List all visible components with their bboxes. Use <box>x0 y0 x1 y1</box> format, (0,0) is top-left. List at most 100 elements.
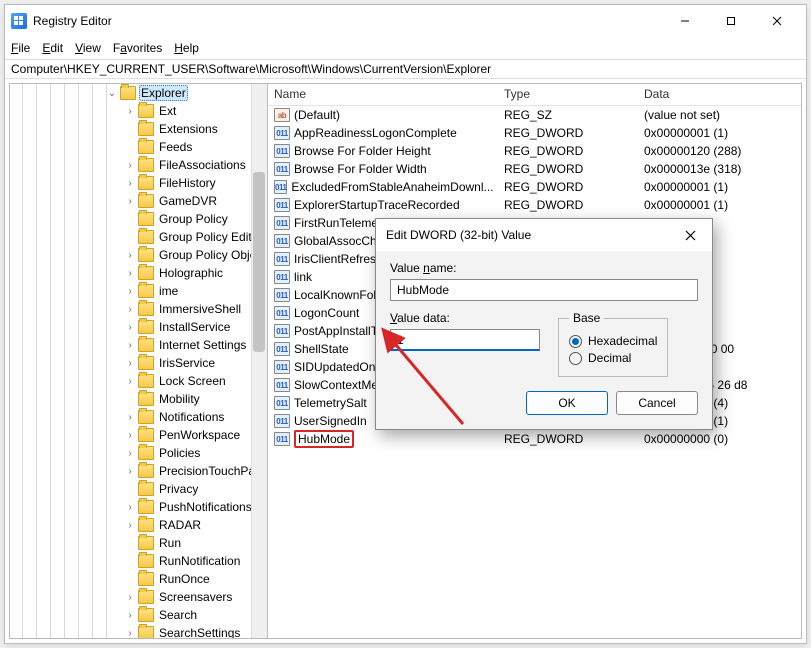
value-type: REG_DWORD <box>498 162 638 176</box>
tree-item-group-policy-objec[interactable]: ›Group Policy Objec <box>10 246 267 264</box>
tree-item-label: Group Policy <box>157 212 230 226</box>
edit-dword-dialog: Edit DWORD (32-bit) Value Value name: Va… <box>375 218 713 430</box>
column-type[interactable]: Type <box>498 84 638 105</box>
value-row[interactable]: 011ExcludedFromStableAnaheimDownl...REG_… <box>268 178 801 196</box>
tree-item-run[interactable]: Run <box>10 534 267 552</box>
value-name: (Default) <box>294 108 340 122</box>
chevron-right-icon[interactable]: › <box>124 610 136 621</box>
folder-icon <box>138 428 154 442</box>
folder-icon <box>138 104 154 118</box>
tree-item-runnotification[interactable]: RunNotification <box>10 552 267 570</box>
tree-item-ext[interactable]: ›Ext <box>10 102 267 120</box>
dialog-titlebar[interactable]: Edit DWORD (32-bit) Value <box>376 219 712 251</box>
menu-file[interactable]: File <box>11 41 30 55</box>
folder-icon <box>138 230 154 244</box>
chevron-down-icon[interactable]: ⌄ <box>106 88 118 99</box>
tree-item-precisiontouchpad[interactable]: ›PrecisionTouchPad <box>10 462 267 480</box>
value-name-input[interactable] <box>390 279 698 301</box>
value-type: REG_SZ <box>498 108 638 122</box>
value-data-input[interactable] <box>390 329 540 351</box>
value-name: ShellState <box>294 342 349 356</box>
radio-hexadecimal[interactable]: Hexadecimal <box>569 334 657 348</box>
chevron-right-icon[interactable]: › <box>124 628 136 639</box>
tree-item-label: Holographic <box>157 266 225 280</box>
value-row[interactable]: 011AppReadinessLogonCompleteREG_DWORD0x0… <box>268 124 801 142</box>
tree-item-holographic[interactable]: › Holographic <box>10 264 267 282</box>
tree-item-feeds[interactable]: Feeds <box>10 138 267 156</box>
value-row[interactable]: ab(Default)REG_SZ(value not set) <box>268 106 801 124</box>
chevron-right-icon[interactable]: › <box>124 250 136 261</box>
chevron-right-icon[interactable]: › <box>124 268 136 279</box>
tree-item-extensions[interactable]: Extensions <box>10 120 267 138</box>
reg-dword-icon: 011 <box>274 126 290 140</box>
value-data: 0x00000000 (0) <box>638 432 801 446</box>
tree-item-installservice[interactable]: ›InstallService <box>10 318 267 336</box>
value-row[interactable]: 011ExplorerStartupTraceRecordedREG_DWORD… <box>268 196 801 214</box>
tree-item-label: Mobility <box>157 392 202 406</box>
tree-item-ime[interactable]: ›ime <box>10 282 267 300</box>
tree-item-irisservice[interactable]: ›IrisService <box>10 354 267 372</box>
tree-item-notifications[interactable]: ›Notifications <box>10 408 267 426</box>
tree-item-immersiveshell[interactable]: ›ImmersiveShell <box>10 300 267 318</box>
cancel-button[interactable]: Cancel <box>616 391 698 415</box>
radio-decimal[interactable]: Decimal <box>569 351 657 365</box>
tree-item-internet-settings[interactable]: ›Internet Settings <box>10 336 267 354</box>
folder-icon <box>138 500 154 514</box>
value-name: SIDUpdatedOnL <box>294 360 382 374</box>
menu-favorites[interactable]: Favorites <box>113 41 162 55</box>
tree-item-mobility[interactable]: Mobility <box>10 390 267 408</box>
tree-item-explorer[interactable]: ⌄Explorer <box>10 84 267 102</box>
maximize-button[interactable] <box>708 5 754 37</box>
tree-item-group-policy-editor[interactable]: Group Policy Editor <box>10 228 267 246</box>
tree-item-searchsettings[interactable]: ›SearchSettings <box>10 624 267 638</box>
tree-item-policies[interactable]: ›Policies <box>10 444 267 462</box>
chevron-right-icon[interactable]: › <box>124 448 136 459</box>
menu-help[interactable]: Help <box>174 41 199 55</box>
chevron-right-icon[interactable]: › <box>124 376 136 387</box>
tree-item-group-policy[interactable]: Group Policy <box>10 210 267 228</box>
tree-item-filehistory[interactable]: ›FileHistory <box>10 174 267 192</box>
chevron-right-icon[interactable]: › <box>124 430 136 441</box>
tree-item-gamedvr[interactable]: ›GameDVR <box>10 192 267 210</box>
tree-pane[interactable]: ⌄Explorer›ExtExtensionsFeeds›FileAssocia… <box>10 84 268 638</box>
minimize-button[interactable] <box>662 5 708 37</box>
chevron-right-icon[interactable]: › <box>124 340 136 351</box>
chevron-right-icon[interactable]: › <box>124 466 136 477</box>
tree-item-runonce[interactable]: RunOnce <box>10 570 267 588</box>
chevron-right-icon[interactable]: › <box>124 160 136 171</box>
chevron-right-icon[interactable]: › <box>124 286 136 297</box>
chevron-right-icon[interactable]: › <box>124 502 136 513</box>
menu-view[interactable]: View <box>75 41 101 55</box>
column-data[interactable]: Data <box>638 84 801 105</box>
value-name: Browse For Folder Width <box>294 162 427 176</box>
chevron-right-icon[interactable]: › <box>124 592 136 603</box>
chevron-right-icon[interactable]: › <box>124 106 136 117</box>
tree-item-fileassociations[interactable]: ›FileAssociations <box>10 156 267 174</box>
chevron-right-icon[interactable]: › <box>124 178 136 189</box>
chevron-right-icon[interactable]: › <box>124 520 136 531</box>
menu-edit[interactable]: Edit <box>42 41 63 55</box>
value-row[interactable]: 011HubModeREG_DWORD0x00000000 (0) <box>268 430 801 448</box>
column-name[interactable]: Name <box>268 84 498 105</box>
ok-button[interactable]: OK <box>526 391 608 415</box>
chevron-right-icon[interactable]: › <box>124 196 136 207</box>
titlebar[interactable]: Registry Editor <box>5 5 806 37</box>
dialog-close-button[interactable] <box>678 223 702 247</box>
address-bar[interactable]: Computer\HKEY_CURRENT_USER\Software\Micr… <box>5 59 806 79</box>
tree-item-lock-screen[interactable]: ›Lock Screen <box>10 372 267 390</box>
value-row[interactable]: 011Browse For Folder WidthREG_DWORD0x000… <box>268 160 801 178</box>
chevron-right-icon[interactable]: › <box>124 358 136 369</box>
tree-item-search[interactable]: ›Search <box>10 606 267 624</box>
tree-scrollbar-thumb[interactable] <box>253 172 265 352</box>
tree-item-pushnotifications[interactable]: ›PushNotifications <box>10 498 267 516</box>
close-button[interactable] <box>754 5 800 37</box>
tree-item-privacy[interactable]: Privacy <box>10 480 267 498</box>
value-row[interactable]: 011Browse For Folder HeightREG_DWORD0x00… <box>268 142 801 160</box>
tree-item-screensavers[interactable]: ›Screensavers <box>10 588 267 606</box>
chevron-right-icon[interactable]: › <box>124 322 136 333</box>
tree-item-penworkspace[interactable]: ›PenWorkspace <box>10 426 267 444</box>
chevron-right-icon[interactable]: › <box>124 412 136 423</box>
tree-item-radar[interactable]: ›RADAR <box>10 516 267 534</box>
tree-scrollbar[interactable] <box>251 84 267 638</box>
chevron-right-icon[interactable]: › <box>124 304 136 315</box>
